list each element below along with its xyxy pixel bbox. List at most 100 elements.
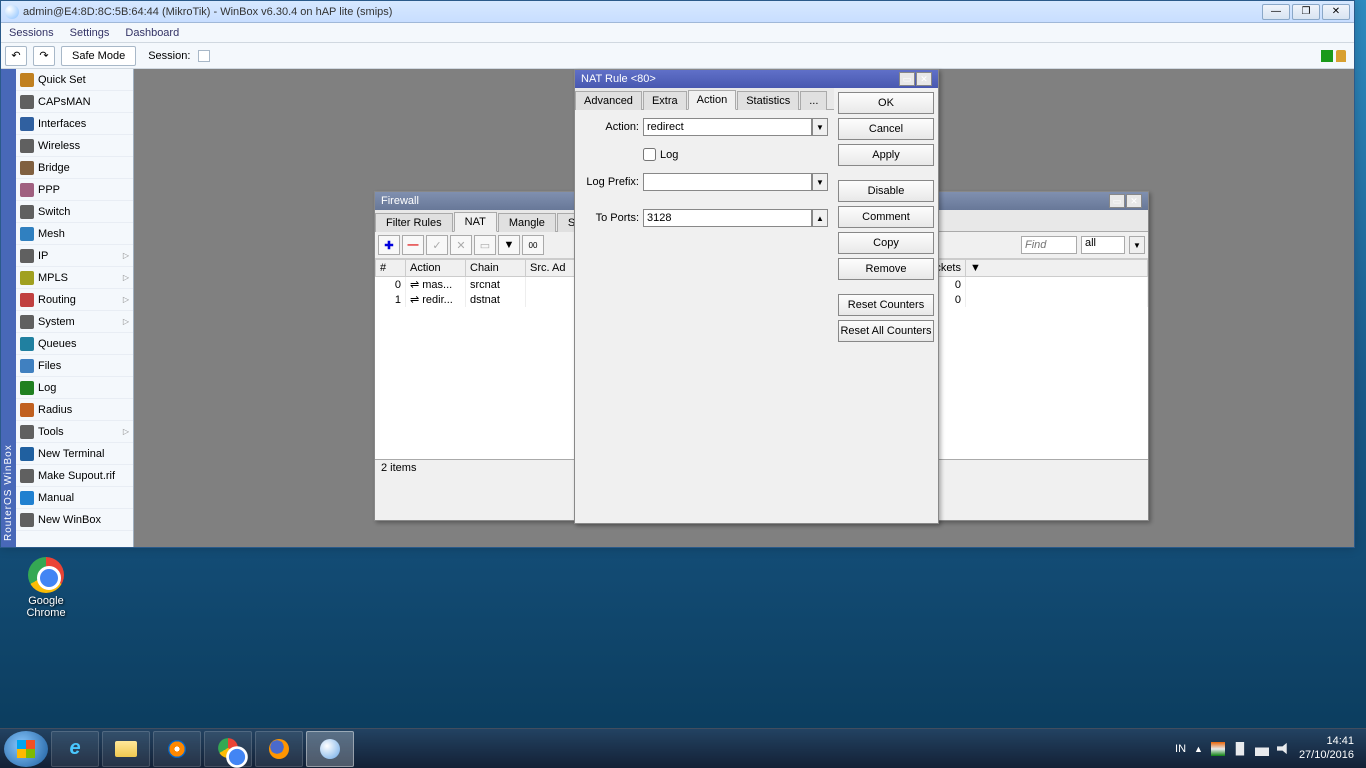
session-indicator[interactable] [198, 50, 210, 62]
sidebar-item-log[interactable]: Log [16, 377, 133, 399]
sidebar-item-quick-set[interactable]: Quick Set [16, 69, 133, 91]
network-icon[interactable] [1255, 742, 1269, 756]
col-action[interactable]: Action [406, 260, 466, 277]
cancel-button[interactable]: Cancel [838, 118, 934, 140]
counter-button[interactable]: 00 [522, 235, 544, 255]
tab-filter-rules[interactable]: Filter Rules [375, 213, 453, 232]
firewall-close-button[interactable]: ✕ [1126, 194, 1142, 208]
close-button[interactable]: ✕ [1322, 4, 1350, 20]
volume-icon[interactable] [1277, 742, 1291, 756]
find-input[interactable] [1021, 236, 1077, 254]
titlebar[interactable]: admin@E4:8D:8C:5B:64:44 (MikroTik) - Win… [1, 1, 1354, 23]
sidebar-item-wireless[interactable]: Wireless [16, 135, 133, 157]
sidebar-icon [20, 491, 34, 505]
comment-button[interactable]: Comment [838, 206, 934, 228]
sidebar-item-files[interactable]: Files [16, 355, 133, 377]
tab-nat[interactable]: NAT [454, 212, 497, 232]
sidebar-icon [20, 447, 34, 461]
sidebar-item-make-supout.rif[interactable]: Make Supout.rif [16, 465, 133, 487]
log-checkbox[interactable] [643, 148, 656, 161]
add-button[interactable]: ✚ [378, 235, 400, 255]
sidebar-item-mesh[interactable]: Mesh [16, 223, 133, 245]
start-button[interactable] [4, 731, 48, 767]
remove-button[interactable]: — [402, 235, 424, 255]
taskbar-firefox[interactable] [255, 731, 303, 767]
sidebar-item-label: PPP [38, 184, 60, 196]
reset-all-counters-button[interactable]: Reset All Counters [838, 320, 934, 342]
menu-dashboard[interactable]: Dashboard [125, 27, 179, 39]
firewall-minimize-button[interactable]: ▭ [1109, 194, 1125, 208]
firewall-title: Firewall [381, 195, 419, 207]
natrule-titlebar[interactable]: NAT Rule <80> ▭ ✕ [575, 70, 938, 88]
toports-input[interactable] [643, 209, 812, 227]
sidebar-item-ppp[interactable]: PPP [16, 179, 133, 201]
ie-icon: e [69, 737, 80, 760]
logprefix-expand-button[interactable]: ▼ [812, 173, 828, 191]
copy-button[interactable]: Copy [838, 232, 934, 254]
safe-mode-button[interactable]: Safe Mode [61, 46, 136, 66]
sidebar-icon [20, 381, 34, 395]
action-dropdown-button[interactable]: ▼ [812, 118, 828, 136]
nat-tab-more[interactable]: ... [800, 91, 827, 110]
disable-button[interactable]: Disable [838, 180, 934, 202]
logprefix-input[interactable] [643, 173, 812, 191]
remove-button[interactable]: Remove [838, 258, 934, 280]
chrome-desktop-icon[interactable]: Google Chrome [16, 557, 76, 619]
nat-tab-advanced[interactable]: Advanced [575, 91, 642, 110]
sidebar-item-queues[interactable]: Queues [16, 333, 133, 355]
toports-expand-button[interactable]: ▲ [812, 209, 828, 227]
col-num[interactable]: # [376, 260, 406, 277]
menu-settings[interactable]: Settings [70, 27, 110, 39]
sidebar-item-label: New Terminal [38, 448, 104, 460]
sidebar-item-interfaces[interactable]: Interfaces [16, 113, 133, 135]
flag-icon[interactable] [1211, 742, 1225, 756]
sidebar-item-manual[interactable]: Manual [16, 487, 133, 509]
sidebar-item-ip[interactable]: IP▷ [16, 245, 133, 267]
taskbar-chrome[interactable] [204, 731, 252, 767]
sidebar-item-bridge[interactable]: Bridge [16, 157, 133, 179]
taskbar-explorer[interactable] [102, 731, 150, 767]
sidebar-item-new-winbox[interactable]: New WinBox [16, 509, 133, 531]
enable-button[interactable]: ✓ [426, 235, 448, 255]
nat-rule-dialog: NAT Rule <80> ▭ ✕ Advanced Extra Action … [574, 69, 939, 524]
undo-button[interactable]: ↶ [5, 46, 27, 66]
apply-button[interactable]: Apply [838, 144, 934, 166]
tray-up-icon[interactable]: ▲ [1194, 744, 1203, 754]
sidebar-item-mpls[interactable]: MPLS▷ [16, 267, 133, 289]
sidebar-item-tools[interactable]: Tools▷ [16, 421, 133, 443]
maximize-button[interactable]: ❐ [1292, 4, 1320, 20]
sidebar-item-system[interactable]: System▷ [16, 311, 133, 333]
filter-scope-select[interactable]: all [1081, 236, 1125, 254]
natrule-minimize-button[interactable]: ▭ [899, 72, 915, 86]
sidebar-item-new-terminal[interactable]: New Terminal [16, 443, 133, 465]
action-input[interactable] [643, 118, 812, 136]
sidebar-item-switch[interactable]: Switch [16, 201, 133, 223]
filter-button[interactable]: ▼ [498, 235, 520, 255]
sidebar-item-routing[interactable]: Routing▷ [16, 289, 133, 311]
taskbar-mediaplayer[interactable] [153, 731, 201, 767]
taskbar-winbox[interactable] [306, 731, 354, 767]
col-more[interactable]: ▼ [966, 260, 1148, 277]
redo-button[interactable]: ↷ [33, 46, 55, 66]
filter-dropdown-button[interactable]: ▼ [1129, 236, 1145, 254]
taskbar-clock[interactable]: 14:41 27/10/2016 [1299, 735, 1354, 761]
taskbar-ie[interactable]: e [51, 731, 99, 767]
sidebar-icon [20, 139, 34, 153]
chevron-right-icon: ▷ [123, 427, 129, 436]
ok-button[interactable]: OK [838, 92, 934, 114]
comment-button[interactable]: ▭ [474, 235, 496, 255]
natrule-close-button[interactable]: ✕ [916, 72, 932, 86]
reset-counters-button[interactable]: Reset Counters [838, 294, 934, 316]
disable-button[interactable]: ✕ [450, 235, 472, 255]
sidebar-item-radius[interactable]: Radius [16, 399, 133, 421]
action-center-icon[interactable] [1233, 742, 1247, 756]
minimize-button[interactable]: — [1262, 4, 1290, 20]
nat-tab-action[interactable]: Action [688, 90, 737, 110]
tab-mangle[interactable]: Mangle [498, 213, 556, 232]
col-chain[interactable]: Chain [466, 260, 526, 277]
menu-sessions[interactable]: Sessions [9, 27, 54, 39]
lang-indicator[interactable]: IN [1175, 743, 1186, 755]
sidebar-item-capsman[interactable]: CAPsMAN [16, 91, 133, 113]
nat-tab-extra[interactable]: Extra [643, 91, 687, 110]
nat-tab-statistics[interactable]: Statistics [737, 91, 799, 110]
